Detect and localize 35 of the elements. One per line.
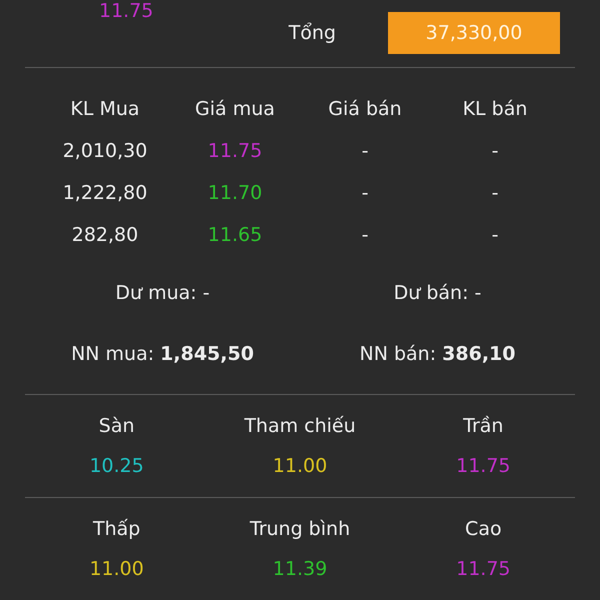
column-header: KL Mua: [69, 97, 141, 122]
table-cell-text: 282,80: [70, 223, 140, 248]
stat-value: 10.25: [89, 455, 144, 477]
stat-value: 11.00: [89, 558, 144, 580]
column-header: KL bán: [462, 97, 528, 122]
price-value: 11.75: [99, 0, 154, 22]
surplus-text: Dư bán: -: [392, 281, 482, 306]
total-label: Tổng: [288, 22, 336, 44]
table-cell-text: -: [490, 181, 500, 206]
table-cell-text: -: [490, 223, 500, 248]
foreign-trade-text: NN bán: 386,10: [358, 342, 516, 368]
table-cell-text: 11.65: [206, 223, 264, 248]
table-cell-text: -: [360, 139, 370, 164]
total-value: 37,330,00: [388, 12, 560, 54]
stat-label: Sàn: [98, 415, 135, 437]
table-cell-text: 1,222,80: [62, 181, 148, 206]
stat-label: Trung bình: [250, 518, 350, 540]
table-cell-text: -: [490, 139, 500, 164]
stat-label: Trần: [463, 415, 504, 437]
table-cell-text: 2,010,30: [62, 139, 148, 164]
table-cell-text: -: [360, 181, 370, 206]
foreign-trade-text: NN mua: 1,845,50: [70, 342, 255, 368]
stat-value: 11.00: [272, 455, 328, 477]
stat-label: Thấp: [92, 518, 140, 540]
column-header: Giá bán: [327, 97, 403, 122]
table-cell-text: 11.75: [206, 139, 264, 164]
stat-label: Tham chiếu: [244, 415, 356, 437]
table-cell-text: -: [360, 223, 370, 248]
stat-value: 11.75: [456, 558, 511, 580]
stat-value: 11.39: [272, 558, 328, 580]
stat-label: Cao: [465, 518, 502, 540]
column-header: Giá mua: [194, 97, 276, 122]
table-cell-text: 11.70: [206, 181, 264, 206]
surplus-text: Dư mua: -: [114, 281, 211, 306]
stat-value: 11.75: [456, 455, 511, 477]
